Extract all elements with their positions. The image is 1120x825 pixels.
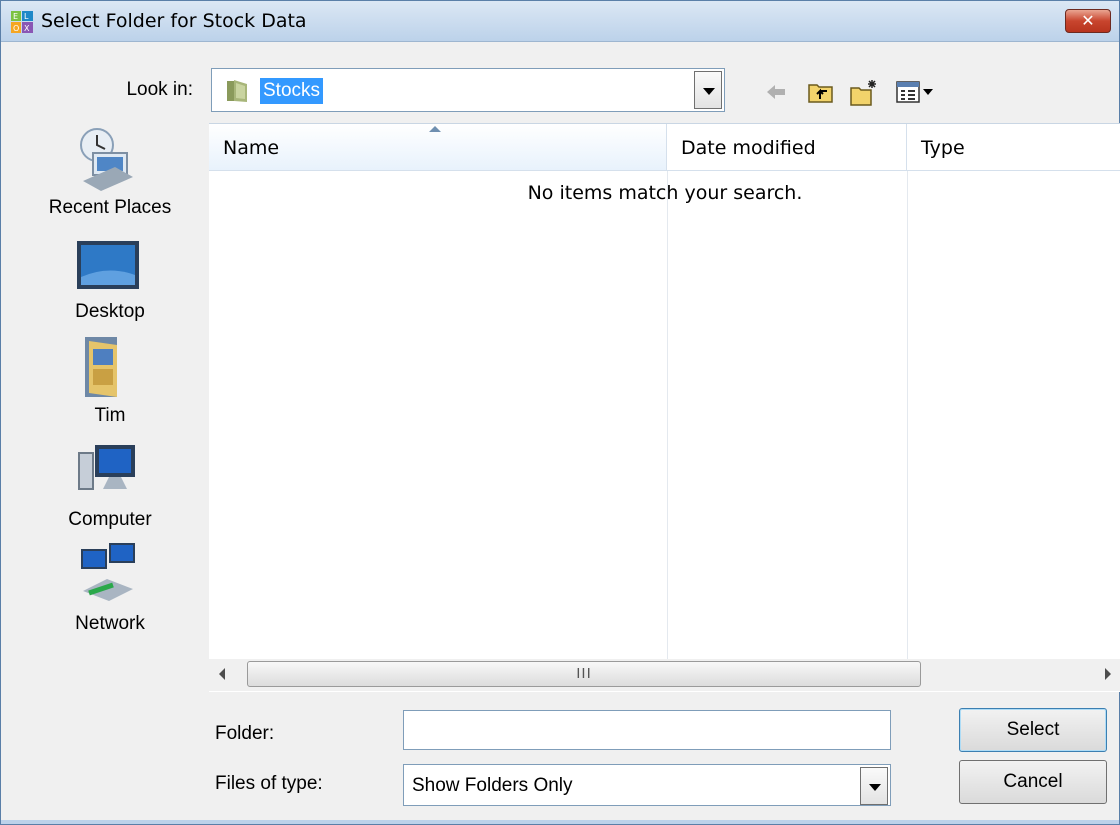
folder-input[interactable]	[403, 710, 891, 750]
files-of-type-dropdown[interactable]: Show Folders Only	[403, 764, 891, 806]
place-label: Recent Places	[48, 197, 172, 218]
desktop-icon	[77, 241, 139, 289]
user-folder-icon	[85, 337, 117, 397]
place-tim[interactable]: Tim	[15, 331, 205, 429]
place-computer[interactable]: Computer	[15, 435, 205, 533]
place-label: Computer	[68, 509, 152, 530]
column-divider	[907, 171, 908, 659]
column-header-type[interactable]: Type	[907, 124, 1120, 171]
look-in-dropdown-button[interactable]	[694, 71, 722, 109]
up-one-level-icon[interactable]	[807, 79, 835, 105]
places-bar: Recent Places Desktop Tim Computer Netwo…	[15, 123, 205, 653]
sort-ascending-icon	[429, 126, 441, 132]
computer-icon	[78, 445, 135, 490]
column-divider	[667, 171, 668, 659]
files-of-type-label: Files of type:	[215, 773, 323, 794]
column-header-label: Date modified	[681, 137, 816, 159]
horizontal-scrollbar[interactable]: III	[209, 659, 1120, 691]
window-bottom-border	[1, 820, 1119, 824]
column-header-date-modified[interactable]: Date modified	[667, 124, 907, 171]
place-label: Desktop	[75, 301, 145, 322]
select-button[interactable]: Select	[959, 708, 1107, 752]
look-in-label: Look in:	[126, 79, 193, 100]
look-in-dropdown[interactable]: Stocks	[211, 68, 725, 112]
file-list[interactable]: Name Date modified Type No items match y…	[209, 123, 1120, 692]
place-recent-places[interactable]: Recent Places	[15, 123, 205, 221]
scroll-left-icon[interactable]	[219, 668, 225, 680]
column-header-label: Type	[921, 137, 965, 159]
chevron-down-icon	[869, 784, 881, 791]
place-network[interactable]: Network	[15, 539, 205, 637]
column-header-label: Name	[223, 137, 280, 159]
scroll-thumb[interactable]: III	[247, 661, 921, 687]
title-bar[interactable]: E L O X Select Folder for Stock Data ✕	[1, 1, 1119, 42]
folder-icon	[227, 80, 247, 102]
look-in-value: Stocks	[260, 78, 324, 104]
place-label: Network	[75, 613, 145, 634]
column-header-name[interactable]: Name	[209, 124, 667, 171]
window-title: Select Folder for Stock Data	[41, 10, 307, 32]
view-menu-icon[interactable]	[895, 79, 935, 105]
app-logo-icon: E L O X	[11, 11, 33, 33]
chevron-down-icon	[703, 88, 715, 95]
place-label: Tim	[94, 405, 126, 426]
svg-text:X: X	[24, 24, 30, 33]
new-folder-icon[interactable]	[849, 79, 879, 107]
svg-text:O: O	[13, 24, 19, 33]
recent-places-icon	[80, 128, 133, 191]
files-of-type-dropdown-button[interactable]	[860, 767, 888, 805]
close-button[interactable]: ✕	[1065, 9, 1111, 33]
network-icon	[81, 543, 135, 601]
scroll-right-icon[interactable]	[1105, 668, 1111, 680]
folder-label: Folder:	[215, 723, 275, 744]
cancel-button[interactable]: Cancel	[959, 760, 1107, 804]
scroll-grip: III	[576, 665, 592, 682]
close-icon: ✕	[1081, 11, 1095, 30]
empty-message: No items match your search.	[527, 182, 803, 204]
back-arrow-icon[interactable]	[763, 79, 789, 105]
place-desktop[interactable]: Desktop	[15, 227, 205, 325]
files-of-type-value: Show Folders Only	[412, 775, 573, 796]
select-folder-dialog: E L O X Select Folder for Stock Data ✕ L…	[0, 0, 1120, 825]
svg-text:E: E	[13, 12, 18, 21]
svg-text:L: L	[24, 12, 29, 21]
